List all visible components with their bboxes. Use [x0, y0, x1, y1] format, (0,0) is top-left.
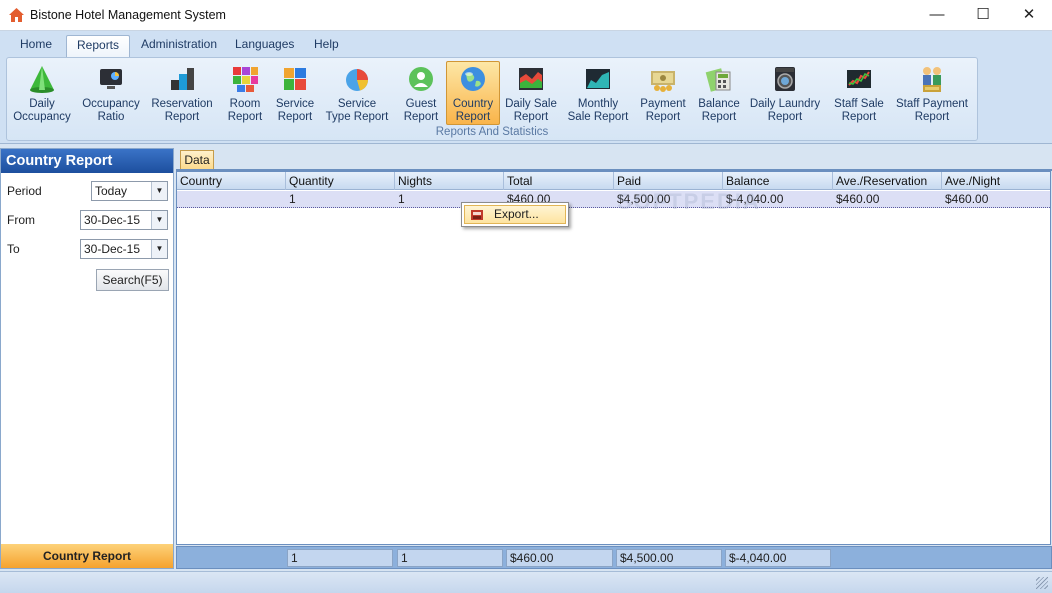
balance-report-button[interactable]: Balance Report — [695, 61, 743, 125]
search-button[interactable]: Search(F5) — [96, 269, 169, 291]
pie-chart-icon — [346, 69, 368, 91]
watermark: SOFTPEDIA — [617, 189, 761, 214]
staff-payment-report-button[interactable]: Staff Payment Report — [893, 61, 971, 125]
context-menu: Export... — [461, 202, 569, 227]
cell-country[interactable] — [177, 191, 286, 208]
to-date-value: 30-Dec-15 — [84, 242, 141, 256]
from-row: From 30-Dec-15 ▼ — [1, 210, 173, 232]
left-panel: Country Report Period Today ▼ From 30-De… — [0, 148, 174, 569]
ribbon: Home Reports Administration Languages He… — [0, 31, 1052, 144]
monitor-chart-icon — [100, 69, 122, 89]
panel-footer-button[interactable]: Country Report — [1, 544, 173, 568]
payment-report-button[interactable]: Payment Report — [637, 61, 689, 125]
to-date-picker[interactable]: 30-Dec-15 ▼ — [80, 239, 168, 259]
tab-home[interactable]: Home — [10, 35, 62, 56]
chevron-down-icon[interactable]: ▼ — [151, 240, 167, 258]
house-icon — [9, 8, 24, 22]
country-report-button[interactable]: Country Report — [446, 61, 500, 125]
summary-paid: $4,500.00 — [616, 549, 722, 567]
summary-total: $460.00 — [506, 549, 613, 567]
cell-quantity[interactable]: 1 — [286, 191, 395, 208]
export-label: Export... — [494, 207, 539, 221]
minimize-button[interactable]: — — [914, 0, 960, 31]
summary-quantity: 1 — [287, 549, 393, 567]
staff-money-icon — [923, 67, 941, 92]
calculator-icon — [705, 68, 731, 92]
monthly-chart-icon — [586, 69, 610, 89]
summary-row: 1 1 $460.00 $4,500.00 $-4,040.00 — [176, 546, 1052, 569]
status-bar — [0, 571, 1052, 593]
data-grid[interactable]: Country Quantity Nights Total Paid Balan… — [176, 171, 1051, 545]
grid-header: Country Quantity Nights Total Paid Balan… — [177, 172, 1050, 190]
occupancy-ratio-button[interactable]: Occupancy Ratio — [79, 61, 143, 125]
tab-languages[interactable]: Languages — [225, 35, 304, 56]
guest-report-button[interactable]: Guest Report — [397, 61, 445, 125]
title-bar: Bistone Hotel Management System — ☐ ✕ — [0, 0, 1052, 31]
tab-reports[interactable]: Reports — [66, 35, 131, 57]
service-report-button[interactable]: Service Report — [271, 61, 319, 125]
main-area: Data Country Quantity Nights Total Paid … — [176, 148, 1052, 569]
summary-balance: $-4,040.00 — [725, 549, 831, 567]
export-icon — [471, 210, 483, 220]
group-caption: Reports And Statistics — [435, 126, 549, 138]
chevron-down-icon[interactable]: ▼ — [151, 211, 167, 229]
maximize-button[interactable]: ☐ — [960, 0, 1006, 31]
daily-sale-report-button[interactable]: Daily Sale Report — [504, 61, 558, 125]
green-cone-icon — [30, 66, 54, 93]
guest-icon — [409, 67, 433, 91]
service-type-report-button[interactable]: Service Type Report — [323, 61, 391, 125]
reservation-report-button[interactable]: Reservation Report — [147, 61, 217, 125]
to-label: To — [7, 242, 20, 256]
column-header-quantity[interactable]: Quantity — [286, 172, 395, 190]
cell-ave-night[interactable]: $460.00 — [942, 191, 1050, 208]
service-cubes-icon — [284, 68, 306, 90]
table-row[interactable]: 1 1 $460.00 $4,500.00 $-4,040.00 $460.00… — [177, 191, 1050, 208]
stock-chart-icon — [847, 70, 871, 88]
cash-icon — [651, 71, 675, 92]
to-row: To 30-Dec-15 ▼ — [1, 239, 173, 261]
column-header-country[interactable]: Country — [177, 172, 286, 190]
staff-sale-report-button[interactable]: Staff Sale Report — [829, 61, 889, 125]
area-chart-icon — [519, 68, 543, 90]
column-header-paid[interactable]: Paid — [614, 172, 723, 190]
monthly-sale-report-button[interactable]: Monthly Sale Report — [565, 61, 631, 125]
column-header-total[interactable]: Total — [504, 172, 614, 190]
from-date-value: 30-Dec-15 — [84, 213, 141, 227]
summary-nights: 1 — [397, 549, 503, 567]
period-select[interactable]: Today ▼ — [91, 181, 168, 201]
washer-icon — [775, 67, 795, 91]
column-header-ave-reservation[interactable]: Ave./Reservation — [833, 172, 942, 190]
period-row: Period Today ▼ — [1, 181, 173, 203]
column-header-balance[interactable]: Balance — [723, 172, 833, 190]
close-button[interactable]: ✕ — [1006, 0, 1052, 31]
globe-icon — [461, 67, 485, 91]
colored-cubes-icon — [233, 67, 258, 92]
resize-grip-icon[interactable] — [1036, 577, 1048, 589]
daily-occupancy-button[interactable]: Daily Occupancy — [9, 61, 75, 125]
export-menu-item[interactable]: Export... — [464, 205, 566, 224]
tab-administration[interactable]: Administration — [131, 35, 227, 56]
blocks-icon — [171, 68, 194, 90]
from-date-picker[interactable]: 30-Dec-15 ▼ — [80, 210, 168, 230]
period-label: Period — [7, 184, 42, 198]
chevron-down-icon[interactable]: ▼ — [151, 182, 167, 200]
from-label: From — [7, 213, 35, 227]
ribbon-tabs: Home Reports Administration Languages He… — [0, 31, 1052, 57]
column-header-nights[interactable]: Nights — [395, 172, 504, 190]
column-header-ave-night[interactable]: Ave./Night — [942, 172, 1050, 190]
tab-help[interactable]: Help — [304, 35, 349, 56]
cell-ave-reservation[interactable]: $460.00 — [833, 191, 942, 208]
period-value: Today — [95, 184, 128, 198]
panel-title: Country Report — [1, 149, 173, 173]
reports-group: Daily Occupancy Occupancy Ratio Reservat… — [6, 57, 978, 141]
daily-laundry-report-button[interactable]: Daily Laundry Report — [748, 61, 822, 125]
room-report-button[interactable]: Room Report — [221, 61, 269, 125]
tab-data[interactable]: Data — [180, 150, 214, 170]
window-title: Bistone Hotel Management System — [30, 8, 226, 22]
